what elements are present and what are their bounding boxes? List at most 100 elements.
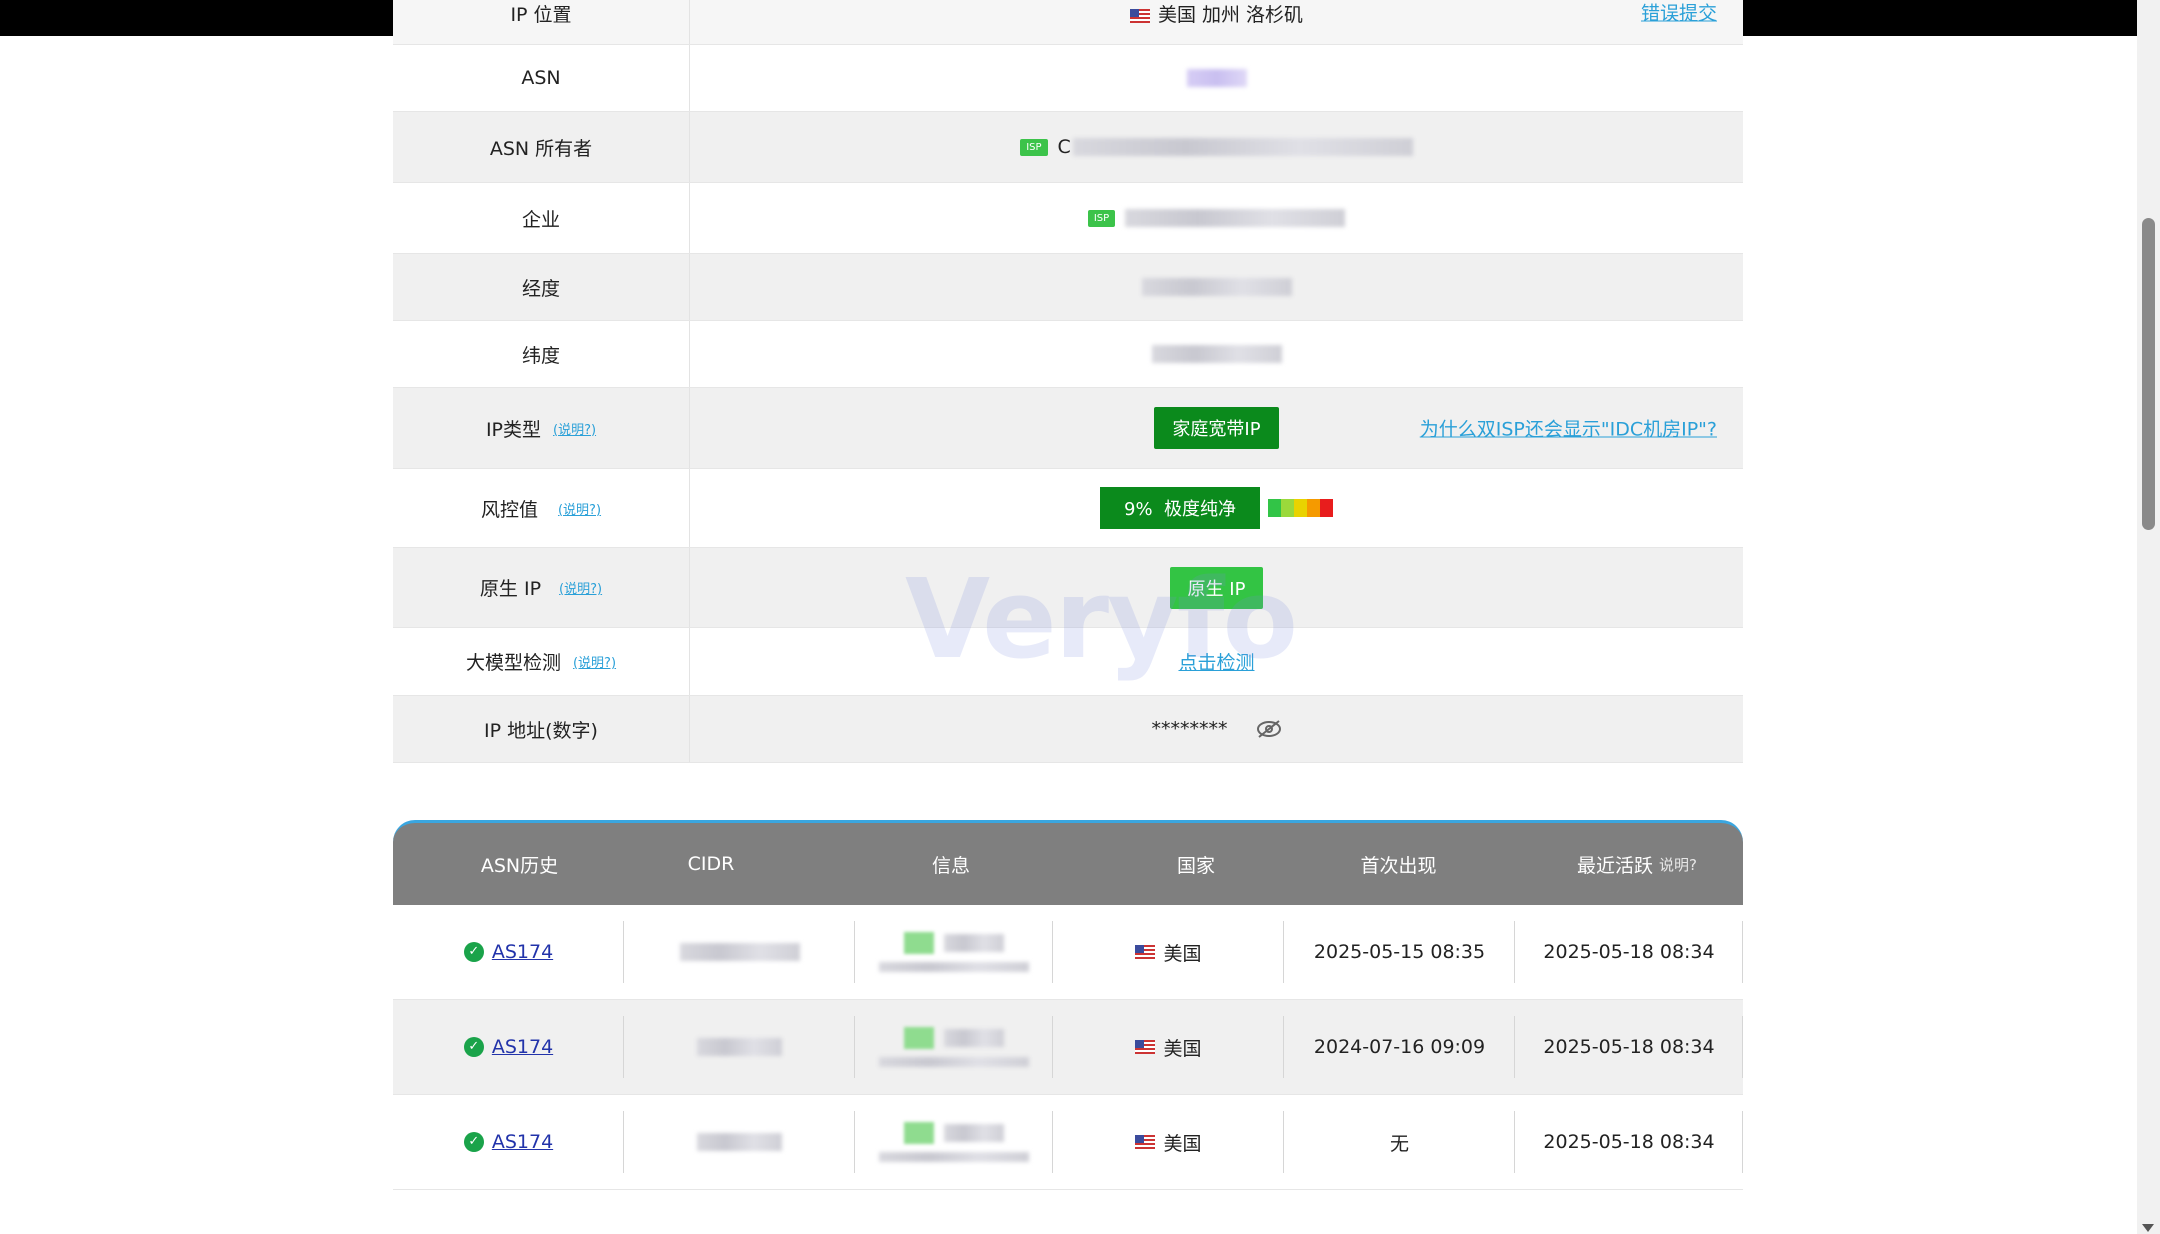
label-text: ASN: [521, 67, 561, 89]
cell-asn: ✓ AS174: [393, 1000, 624, 1094]
eye-off-icon[interactable]: [1256, 720, 1282, 738]
asn-link[interactable]: AS174: [492, 941, 553, 963]
cell-last-active: 2025-05-18 08:34: [1515, 1095, 1743, 1189]
info-redacted-icon: [904, 1122, 934, 1144]
row-value: [690, 254, 1743, 320]
cell-first-seen: 2024-07-16 09:09: [1284, 1000, 1515, 1094]
scroll-down-arrow-icon[interactable]: [2142, 1224, 2154, 1232]
cell-info: [855, 905, 1053, 999]
scrollbar[interactable]: [2137, 0, 2160, 1234]
label-text: IP 位置: [510, 4, 572, 26]
scrollbar-thumb[interactable]: [2142, 218, 2155, 530]
label-text: ASN 所有者: [489, 137, 593, 160]
country-text: 美国: [1163, 1037, 1202, 1060]
isp-badge: ISP: [1087, 209, 1116, 227]
risk-bar-segment: [1294, 499, 1307, 517]
latitude-redacted: [1151, 345, 1282, 363]
risk-bar-segment: [1268, 499, 1281, 517]
info-redacted: [879, 962, 1029, 972]
risk-bar-segment: [1320, 499, 1333, 517]
row-value: 原生 IP: [690, 548, 1743, 627]
row-label: 风控值 (说明?): [393, 469, 690, 547]
native-ip-badge: 原生 IP: [1169, 566, 1264, 609]
us-flag-icon: [1135, 1040, 1156, 1054]
risk-score-badge: 9% 极度纯净: [1100, 487, 1260, 529]
col-asn-history: ASN历史: [480, 854, 559, 877]
asn-link[interactable]: AS174: [492, 1131, 553, 1153]
row-longitude: 经度: [393, 254, 1743, 321]
history-row: ✓ AS174 美国 2025-05-15 08:35 2025-05-18 08…: [393, 905, 1743, 1000]
row-llm-detection: 大模型检测 (说明?) 点击检测: [393, 628, 1743, 696]
check-circle-icon: ✓: [463, 1037, 484, 1057]
risk-indicator: 9% 极度纯净: [1100, 487, 1333, 529]
row-ip-number: IP 地址(数字) ********: [393, 696, 1743, 763]
error-report-link[interactable]: 错误提交: [1641, 0, 1717, 26]
risk-help-link[interactable]: (说明?): [558, 499, 601, 518]
row-label: IP 地址(数字): [393, 696, 690, 762]
last-active-help[interactable]: 说明?: [1659, 854, 1697, 875]
history-row: ✓ AS174 美国 2024-07-16 09:09 2025-05-18 08…: [393, 1000, 1743, 1095]
asn-history-table: ASN历史 CIDR 信息 国家 首次出现 最近活跃 说明? ✓ AS174 美国…: [393, 820, 1743, 1190]
risk-color-bar: [1268, 499, 1333, 517]
cell-country: 美国: [1053, 905, 1284, 999]
label-text: 企业: [521, 208, 560, 231]
asn-link[interactable]: AS174: [492, 1036, 553, 1058]
location-value: 美国 加州 洛杉矶: [1129, 0, 1304, 27]
row-ip-type: IP类型 (说明?) 家庭宽带IP 为什么双ISP还会显示"IDC机房IP"?: [393, 388, 1743, 469]
asn-redacted: [1186, 69, 1247, 87]
location-text: 美国 加州 洛杉矶: [1157, 4, 1304, 26]
row-label: 企业: [393, 183, 690, 253]
cidr-redacted: [679, 943, 800, 961]
risk-bar-segment: [1281, 499, 1294, 517]
info-redacted: [879, 1057, 1029, 1067]
row-label: IP 位置: [393, 0, 690, 44]
ip-type-help-link[interactable]: (说明?): [553, 419, 596, 438]
row-value: 点击检测: [690, 628, 1743, 695]
row-native-ip: 原生 IP (说明?) 原生 IP: [393, 548, 1743, 628]
row-value: ********: [690, 696, 1743, 762]
row-label: 纬度: [393, 321, 690, 387]
country-text: 美国: [1163, 942, 1202, 965]
row-label: 原生 IP (说明?): [393, 548, 690, 627]
row-risk-score: 风控值 (说明?) 9% 极度纯净: [393, 469, 1743, 548]
llm-help-link[interactable]: (说明?): [573, 652, 616, 671]
row-ip-location: IP 位置 美国 加州 洛杉矶 错误提交: [393, 0, 1743, 45]
us-flag-icon: [1129, 8, 1150, 23]
cell-country: 美国: [1053, 1095, 1284, 1189]
row-asn: ASN: [393, 45, 1743, 112]
info-redacted: [944, 1029, 1004, 1047]
label-text: IP 地址(数字): [484, 719, 598, 742]
ip-type-badge: 家庭宽带IP: [1154, 407, 1279, 449]
row-value: [690, 321, 1743, 387]
label-text: 原生 IP: [479, 578, 542, 600]
row-asn-owner: ASN 所有者 ISP C: [393, 112, 1743, 183]
row-value: 9% 极度纯净: [690, 469, 1743, 547]
native-ip-help-link[interactable]: (说明?): [559, 578, 602, 597]
row-value: [690, 45, 1743, 111]
us-flag-icon: [1135, 1135, 1156, 1149]
info-redacted: [944, 934, 1004, 952]
col-last-active: 最近活跃 说明?: [1531, 851, 1743, 878]
dual-isp-explain-link[interactable]: 为什么双ISP还会显示"IDC机房IP"?: [1420, 415, 1717, 442]
history-header: ASN历史 CIDR 信息 国家 首次出现 最近活跃 说明?: [393, 820, 1743, 905]
cell-asn: ✓ AS174: [393, 905, 624, 999]
row-enterprise: 企业 ISP: [393, 183, 1743, 254]
row-label: IP类型 (说明?): [393, 388, 690, 468]
row-value: 家庭宽带IP 为什么双ISP还会显示"IDC机房IP"?: [690, 388, 1743, 468]
longitude-redacted: [1141, 278, 1292, 296]
us-flag-icon: [1135, 945, 1156, 959]
cell-info: [855, 1095, 1053, 1189]
ip-info-table: IP 位置 美国 加州 洛杉矶 错误提交 ASN ASN 所有者 ISP C 企…: [393, 0, 1743, 763]
click-detect-link[interactable]: 点击检测: [1178, 648, 1254, 675]
cell-first-seen: 2025-05-15 08:35: [1284, 905, 1515, 999]
check-circle-icon: ✓: [463, 1132, 484, 1152]
row-value: ISP: [690, 183, 1743, 253]
label-text: 风控值: [480, 498, 538, 521]
cell-first-seen: 无: [1284, 1095, 1515, 1189]
isp-badge: ISP: [1020, 138, 1048, 156]
info-redacted-icon: [904, 1027, 934, 1049]
cell-asn: ✓ AS174: [393, 1095, 624, 1189]
owner-prefix: C: [1057, 136, 1071, 158]
info-redacted: [879, 1152, 1029, 1162]
row-label: ASN 所有者: [393, 112, 690, 182]
